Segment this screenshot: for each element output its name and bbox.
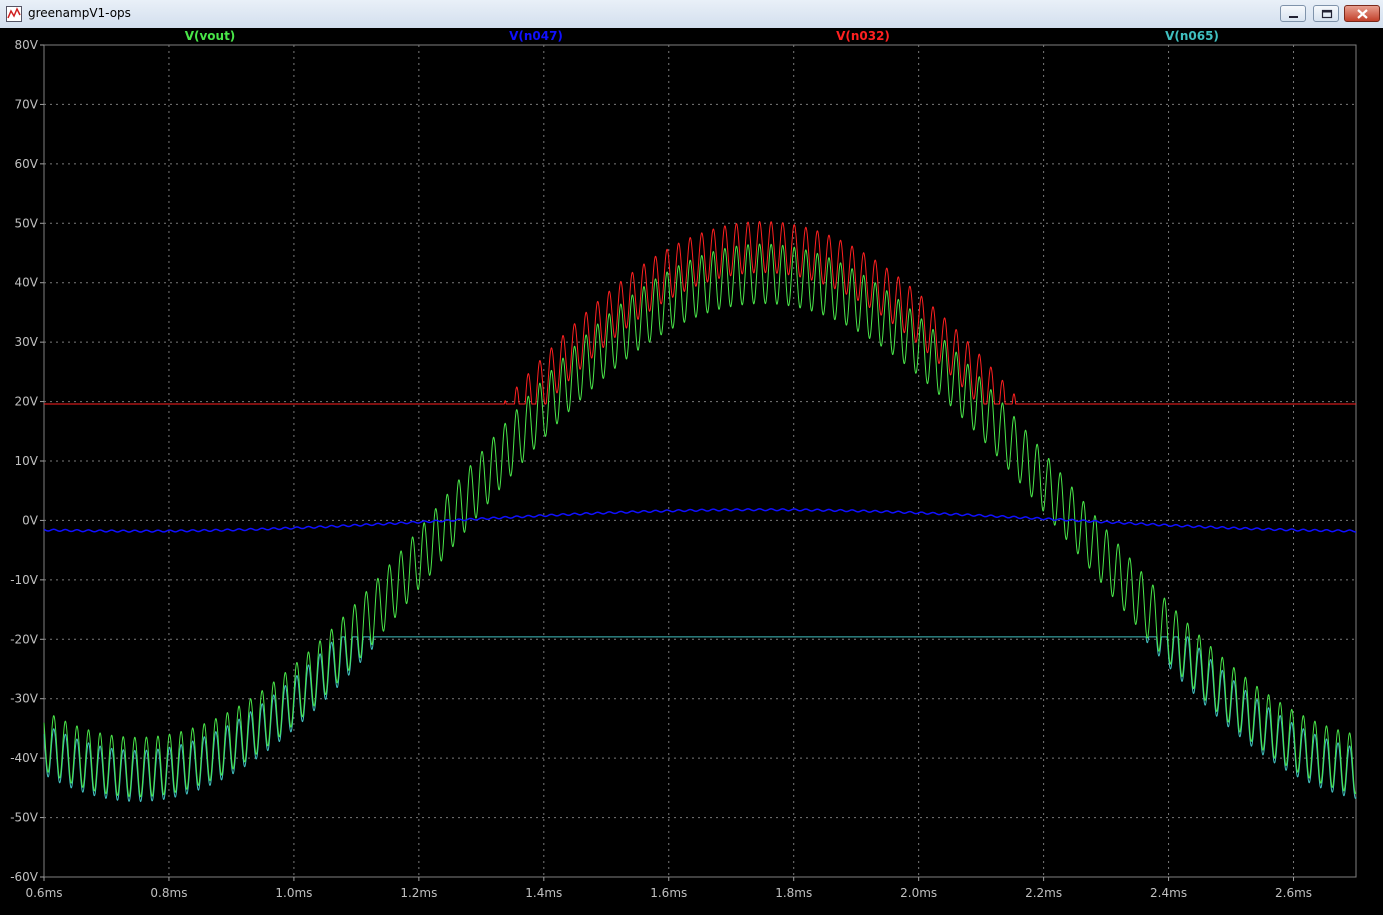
waveform-window: greenampV1-ops 80V 70V 60V 50V 40V 30V 20V 10V 0… (0, 0, 1383, 915)
y-tick-label: -20V (10, 632, 39, 646)
maximize-button[interactable] (1313, 5, 1339, 22)
y-tick-label: -60V (10, 870, 39, 884)
trace-vn032[interactable] (44, 221, 1356, 405)
trace-label[interactable]: V(n032) (836, 29, 890, 43)
y-tick-label: -30V (10, 692, 39, 706)
window-title: greenampV1-ops (28, 6, 131, 20)
y-tick-label: -10V (10, 573, 39, 587)
x-tick-label: 1.0ms (275, 886, 312, 900)
trace-label[interactable]: V(n065) (1165, 29, 1219, 43)
y-tick-label: 70V (15, 97, 39, 111)
x-tick-label: 1.6ms (650, 886, 687, 900)
x-tick-label: 1.8ms (775, 886, 812, 900)
trace-label[interactable]: V(vout) (185, 29, 236, 43)
minimize-button[interactable] (1280, 5, 1306, 22)
y-tick-label: 0V (22, 513, 39, 527)
x-tick-label: 2.4ms (1150, 886, 1187, 900)
y-tick-label: 10V (15, 454, 39, 468)
trace-label[interactable]: V(n047) (509, 29, 563, 43)
y-tick-label: -40V (10, 751, 39, 765)
waveform-plot[interactable]: 80V 70V 60V 50V 40V 30V 20V 10V 0V -10V -20V -30V -4… (0, 28, 1383, 915)
x-tick-label: 2.2ms (1025, 886, 1062, 900)
close-button[interactable] (1344, 5, 1380, 22)
x-tick-label: 2.0ms (900, 886, 937, 900)
plot-pane[interactable]: 80V 70V 60V 50V 40V 30V 20V 10V 0V -10V -20V -30V -4… (0, 28, 1383, 915)
x-tick-label: 1.2ms (400, 886, 437, 900)
minimize-icon (1289, 16, 1298, 18)
y-tick-label: 40V (15, 276, 39, 290)
y-tick-label: 50V (15, 216, 39, 230)
y-tick-label: 60V (15, 157, 39, 171)
y-tick-label: 20V (15, 395, 39, 409)
x-tick-label: 0.6ms (25, 886, 62, 900)
plot-frame (43, 44, 1357, 878)
waveform-app-icon (6, 6, 22, 22)
maximize-icon (1321, 9, 1333, 19)
x-tick-label: 2.6ms (1275, 886, 1312, 900)
y-tick-label: 30V (15, 335, 39, 349)
y-tick-label: 80V (15, 38, 39, 52)
y-tick-label: -50V (10, 811, 39, 825)
trace-vout[interactable] (43, 243, 1357, 798)
trace-vn047[interactable] (43, 508, 1357, 533)
x-tick-label: 0.8ms (150, 886, 187, 900)
title-bar[interactable]: greenampV1-ops (0, 0, 1383, 29)
x-tick-label: 1.4ms (525, 886, 562, 900)
close-icon (1357, 9, 1368, 19)
